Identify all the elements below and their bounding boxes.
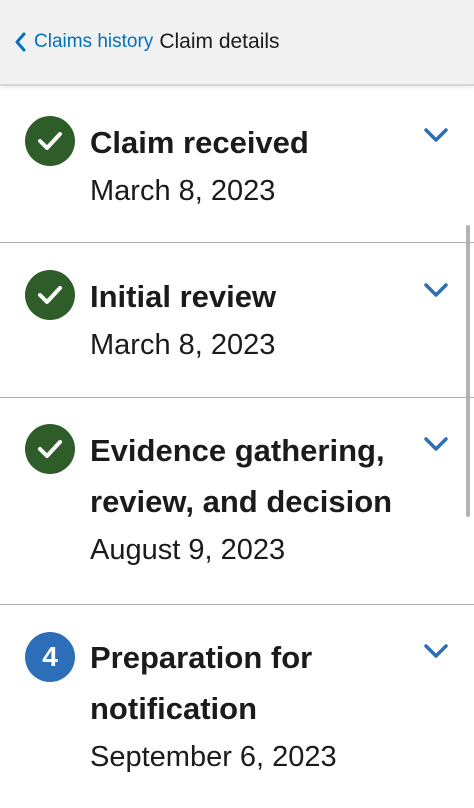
chevron-down-icon[interactable] (423, 643, 449, 659)
step-claim-received[interactable]: Claim received March 8, 2023 (0, 88, 474, 243)
step-number-badge: 4 (25, 632, 75, 682)
step-initial-review[interactable]: Initial review March 8, 2023 (0, 243, 474, 398)
chevron-down-icon[interactable] (423, 127, 449, 143)
step-date: March 8, 2023 (90, 175, 276, 207)
step-title: Initial review (90, 279, 277, 314)
check-icon (25, 270, 75, 320)
back-link-label[interactable]: Claims history (34, 31, 153, 53)
step-title: Claim received (90, 125, 309, 160)
chevron-down-icon[interactable] (423, 436, 449, 452)
step-date: August 9, 2023 (90, 534, 286, 566)
step-evidence-gathering[interactable]: Evidence gathering, review, and decision… (0, 398, 474, 605)
check-icon (25, 424, 75, 474)
scrollbar[interactable] (466, 225, 470, 517)
check-icon (25, 116, 75, 166)
page-title: Claim details (159, 30, 280, 53)
back-link-claims-history[interactable]: Claims history (14, 31, 153, 53)
step-preparation-for-notification[interactable]: 4 Preparation for notification September… (0, 605, 474, 805)
step-date: March 8, 2023 (90, 329, 276, 361)
app-header: Claims history Claim details (0, 0, 474, 86)
chevron-left-icon (15, 32, 26, 52)
claim-steps-list: Claim received March 8, 2023 Initial rev… (0, 88, 474, 808)
step-number: 4 (42, 641, 58, 672)
chevron-down-icon[interactable] (423, 282, 449, 298)
step-date: September 6, 2023 (90, 741, 337, 773)
step-title: Preparation for notification (90, 640, 313, 726)
step-title: Evidence gathering, review, and decision (90, 433, 393, 519)
